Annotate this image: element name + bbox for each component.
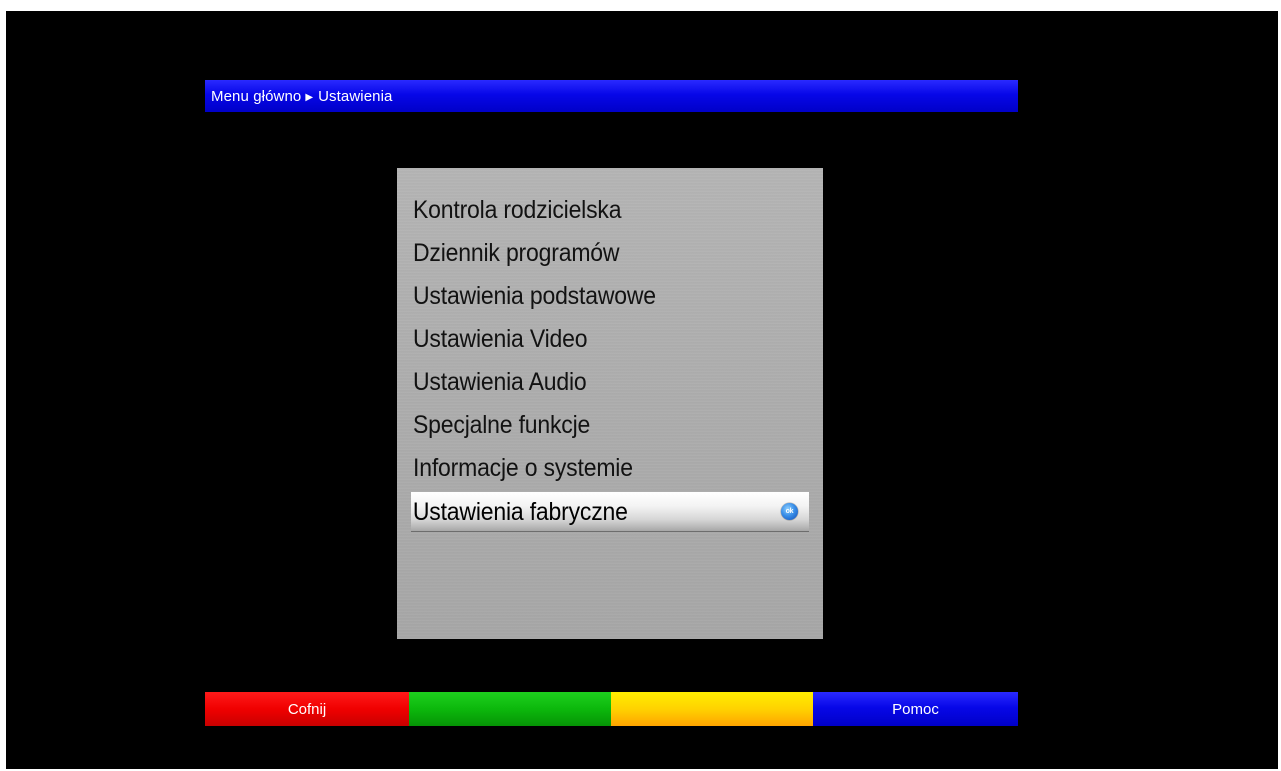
menu-item-informacje-o-systemie[interactable]: Informacje o systemie [413, 449, 809, 487]
menu-item-label: Kontrola rodzicielska [413, 195, 622, 224]
tv-screen: Menu główno ▶ Ustawienia Kontrola rodzicie… [6, 11, 1278, 769]
menu-item-ustawienia-audio[interactable]: Ustawienia Audio [413, 363, 809, 401]
menu-item-label: Ustawienia Audio [413, 367, 587, 396]
ok-icon: ok [781, 503, 798, 520]
menu-item-label: Specjalne funkcje [413, 410, 591, 439]
green-button[interactable] [409, 692, 611, 726]
breadcrumb-root[interactable]: Menu główno [211, 88, 301, 105]
menu-item-label: Ustawienia podstawowe [413, 281, 656, 310]
breadcrumb-separator-icon: ▶ [305, 91, 314, 103]
color-buttons-bar: Cofnij Pomoc [205, 692, 1018, 726]
menu-item-dziennik-programow[interactable]: Dziennik programów [413, 234, 809, 272]
menu-item-kontrola-rodzicielska[interactable]: Kontrola rodzicielska [413, 191, 809, 229]
breadcrumb: Menu główno ▶ Ustawienia [205, 80, 1018, 112]
menu-item-ustawienia-video[interactable]: Ustawienia Video [413, 320, 809, 358]
menu-item-label: Dziennik programów [413, 238, 620, 267]
blue-button-pomoc[interactable]: Pomoc [813, 692, 1018, 726]
menu-item-label: Informacje o systemie [413, 453, 633, 482]
menu-item-ustawienia-podstawowe[interactable]: Ustawienia podstawowe [413, 277, 809, 315]
menu-item-ustawienia-fabryczne[interactable]: Ustawienia fabryczne ok [411, 492, 809, 532]
menu-item-label: Ustawienia Video [413, 324, 588, 353]
yellow-button[interactable] [611, 692, 813, 726]
menu-item-label: Ustawienia fabryczne [412, 497, 628, 526]
menu-item-specjalne-funkcje[interactable]: Specjalne funkcje [413, 406, 809, 444]
breadcrumb-current: Ustawienia [318, 87, 393, 105]
red-button-cofnij[interactable]: Cofnij [205, 692, 409, 726]
red-button-label: Cofnij [287, 700, 327, 718]
blue-button-label: Pomoc [892, 700, 939, 718]
settings-menu: Kontrola rodzicielska Dziennik programów… [397, 168, 823, 639]
